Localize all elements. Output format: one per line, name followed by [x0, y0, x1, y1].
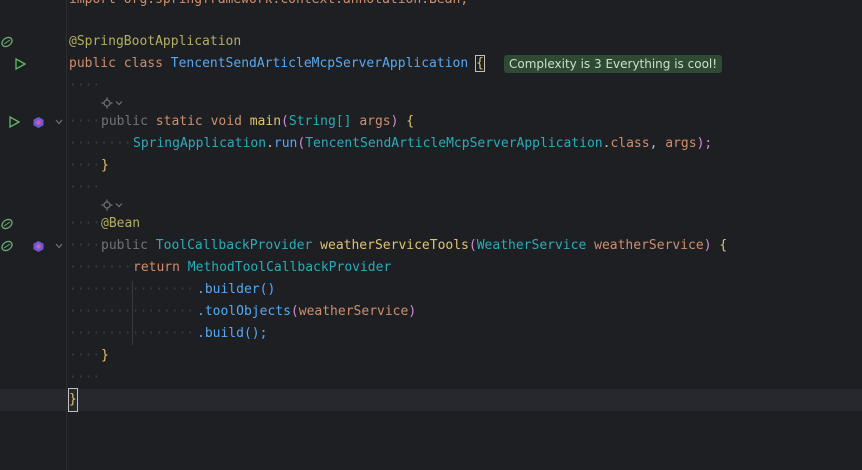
- implementation-icon[interactable]: [31, 115, 45, 129]
- bean-icon[interactable]: [0, 217, 14, 231]
- code-line-blank[interactable]: ····: [0, 367, 862, 389]
- code-line-toolobjects[interactable]: ················ .toolObjects(weatherSer…: [0, 301, 862, 323]
- fold-chevron-icon[interactable]: [53, 116, 65, 128]
- code-line-bean[interactable]: ···· @Bean: [0, 213, 862, 235]
- run-statement: SpringApplication.run(TencentSendArticle…: [133, 136, 713, 151]
- builder-call: .builder(): [197, 282, 276, 297]
- inlay-line-main: [0, 93, 862, 113]
- chevron-down-icon: [115, 203, 123, 208]
- code-line-run[interactable]: ········ SpringApplication.run(TencentSe…: [0, 133, 862, 155]
- code-line-builder[interactable]: ················ .builder(): [0, 279, 862, 301]
- spring-boot-annotation: @SpringBootApplication: [69, 34, 242, 49]
- gear-icon: [101, 97, 113, 109]
- code-line-import[interactable]: import org.springframework.context.annot…: [0, 0, 862, 11]
- implementation-icon[interactable]: [31, 239, 45, 253]
- complexity-hint[interactable]: Complexity is 3 Everything is cool!: [504, 55, 723, 73]
- code-line-class-close[interactable]: }: [0, 388, 862, 412]
- bean-icon[interactable]: [0, 239, 14, 253]
- fold-chevron-icon[interactable]: [53, 240, 65, 252]
- code-line-tools[interactable]: ···· public ToolCallbackProvider weather…: [0, 235, 862, 257]
- class-declaration: public class TencentSendArticleMcpServer…: [69, 55, 485, 72]
- code-line-tools-close[interactable]: ···· }: [0, 345, 862, 367]
- build-call: .build();: [197, 326, 268, 341]
- tools-method-declaration: public ToolCallbackProvider weatherServi…: [101, 238, 728, 253]
- code-line-class[interactable]: public class TencentSendArticleMcpServer…: [0, 53, 862, 75]
- run-icon[interactable]: [7, 115, 21, 129]
- import-statement: import org.springframework.context.annot…: [69, 0, 468, 11]
- gear-icon: [101, 199, 113, 211]
- code-line-main-close[interactable]: ···· }: [0, 155, 862, 177]
- code-line-main[interactable]: ···· public static void main(String[] ar…: [0, 111, 862, 133]
- bean-annotation: @Bean: [101, 216, 141, 231]
- toolobjects-call: .toolObjects(weatherService): [197, 304, 417, 319]
- main-method-declaration: public static void main(String[] args) {: [101, 114, 415, 129]
- code-line-build[interactable]: ················ .build();: [0, 323, 862, 345]
- inlay-line-bean: [0, 195, 862, 215]
- bean-icon[interactable]: [0, 35, 14, 49]
- main-close-brace: }: [101, 158, 109, 173]
- code-line-return[interactable]: ········ return MethodToolCallbackProvid…: [0, 257, 862, 279]
- return-statement: return MethodToolCallbackProvider: [133, 260, 392, 275]
- class-close-brace: }: [68, 388, 78, 412]
- tools-close-brace: }: [101, 348, 109, 363]
- code-line-annotation[interactable]: @SpringBootApplication: [0, 31, 862, 53]
- run-icon[interactable]: [13, 57, 27, 71]
- code-editor[interactable]: import org.springframework.context.annot…: [0, 0, 862, 470]
- chevron-down-icon: [115, 101, 123, 106]
